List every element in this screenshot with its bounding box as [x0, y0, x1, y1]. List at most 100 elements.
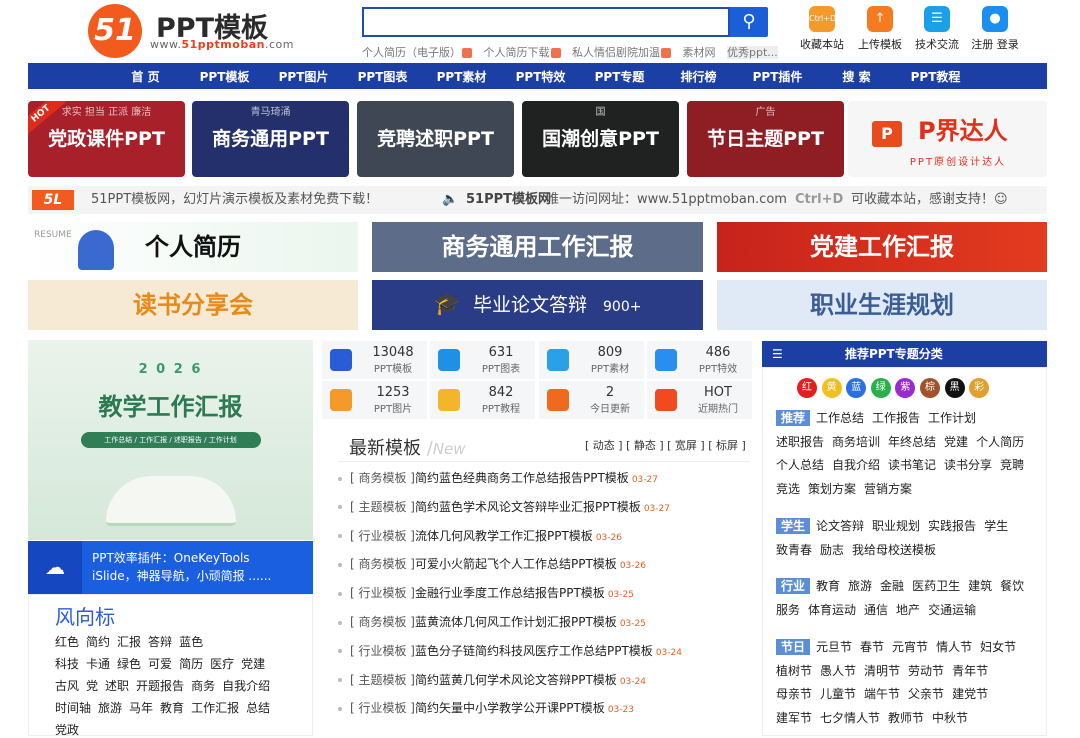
trend-tag[interactable]: 党建	[241, 657, 265, 671]
nav-item[interactable]: 首 页	[106, 68, 185, 85]
topic-link[interactable]: 中秋节	[932, 711, 968, 725]
topic-link[interactable]: 体育运动	[808, 603, 856, 617]
nav-item[interactable]: PPT素材	[422, 68, 501, 85]
topic-link[interactable]: 交通运输	[928, 603, 976, 617]
topic-link[interactable]: 元旦节	[816, 640, 852, 654]
list-item[interactable]: [ 商务模板 ]可爱小火箭起飞个人工作总结PPT模板 03-26	[338, 555, 646, 572]
topic-link[interactable]: 职业规划	[872, 519, 920, 533]
item-title[interactable]: 蓝色分子链简约科技风医疗工作总结PPT模板	[415, 644, 653, 658]
list-item[interactable]: [ 行业模板 ]金融行业季度工作总结报告PPT模板 03-25	[338, 584, 634, 601]
banner-1[interactable]: 青马琦涌 商务通用PPT	[192, 101, 349, 177]
topic-link[interactable]: 竞聘	[1000, 458, 1024, 472]
stat-tutorial[interactable]: 842 PPT教程	[430, 381, 535, 419]
trend-tag[interactable]: 科技	[55, 657, 79, 671]
nav-item[interactable]: PPT教程	[896, 68, 975, 85]
list-item[interactable]: [ 主题模板 ]简约蓝色学术风论文答辩毕业汇报PPT模板 03-27	[338, 498, 670, 515]
topic-link[interactable]: 工作总结	[816, 411, 864, 425]
list-item[interactable]: [ 行业模板 ]蓝色分子链简约科技风医疗工作总结PPT模板 03-24	[338, 642, 682, 659]
topic-link[interactable]: 地产	[896, 603, 920, 617]
banner-3[interactable]: 国国潮创意PPT	[522, 101, 679, 177]
topic-link[interactable]: 营销方案	[864, 482, 912, 496]
topic-link[interactable]: 自我介绍	[832, 458, 880, 472]
ad-career[interactable]: 职业生涯规划	[717, 280, 1047, 330]
color-filter[interactable]: 黑	[944, 378, 965, 398]
trend-tag[interactable]: 绿色	[117, 657, 141, 671]
color-filter[interactable]: 红	[797, 378, 817, 398]
topic-link[interactable]: 春节	[860, 640, 884, 654]
search-button[interactable]: ⚲	[730, 7, 768, 37]
topic-link[interactable]: 旅游	[848, 579, 872, 593]
topic-link[interactable]: 通信	[864, 603, 888, 617]
topic-link[interactable]: 服务	[776, 603, 800, 617]
plugin-promo[interactable]: ☁ PPT效率插件：OneKeyTools iSlide，神器导航，小顽简报 .…	[28, 541, 313, 594]
stat-effect[interactable]: 486 PPT特效	[647, 341, 752, 379]
color-filter[interactable]: 绿	[870, 378, 891, 398]
trend-tag[interactable]: 时间轴	[55, 701, 91, 715]
list-item[interactable]: [ 行业模板 ]流体几何风教学工作汇报PPT模板 03-26	[338, 527, 622, 544]
topic-link[interactable]: 清明节	[864, 664, 900, 678]
nav-item[interactable]: PPT模板	[185, 68, 264, 85]
topic-link[interactable]: 情人节	[936, 640, 972, 654]
item-title[interactable]: 流体几何风教学工作汇报PPT模板	[415, 529, 593, 543]
item-title[interactable]: 简约矢量中小学教学公开课PPT模板	[415, 701, 605, 715]
topic-link[interactable]: 元宵节	[892, 640, 928, 654]
stat-hot[interactable]: HOT 近期热门	[647, 381, 752, 419]
topic-link[interactable]: 植树节	[776, 664, 812, 678]
trend-tag[interactable]: 工作汇报	[191, 701, 239, 715]
trend-tag[interactable]: 马年	[129, 701, 153, 715]
trend-tag[interactable]: 旅游	[98, 701, 122, 715]
banner-4[interactable]: 广告 节日主题PPT	[687, 101, 844, 177]
topic-link[interactable]: 父亲节	[908, 687, 944, 701]
trend-tag[interactable]: 汇报	[117, 635, 141, 649]
topic-link[interactable]: 餐饮	[1000, 579, 1024, 593]
trend-tag[interactable]: 简历	[179, 657, 203, 671]
item-category[interactable]: [ 商务模板 ]	[350, 615, 415, 629]
topic-link[interactable]: 学生	[984, 519, 1008, 533]
trend-tag[interactable]: 述职	[105, 679, 129, 693]
color-filter[interactable]: 黄	[821, 378, 842, 398]
topic-link[interactable]: 实践报告	[928, 519, 976, 533]
stat-chart[interactable]: 631 PPT图表	[430, 341, 535, 379]
topic-link[interactable]: 妇女节	[980, 640, 1016, 654]
item-title[interactable]: 简约蓝黄几何学术风论文答辩PPT模板	[415, 673, 617, 687]
nav-item[interactable]: 排行榜	[659, 68, 738, 85]
nav-item[interactable]: PPT插件	[738, 68, 817, 85]
topic-link[interactable]: 青年节	[952, 664, 988, 678]
topic-link[interactable]: 党建	[944, 435, 968, 449]
trend-tag[interactable]: 医疗	[210, 657, 234, 671]
ad-business-report[interactable]: 商务通用工作汇报	[372, 222, 703, 272]
header-tool-ctrl-d[interactable]: Ctrl+D 收藏本站	[792, 6, 852, 52]
topic-link[interactable]: 七夕情人节	[820, 711, 880, 725]
header-tool-upload[interactable]: ↑ 上传模板	[850, 6, 910, 52]
banner-5[interactable]: P P界达人 PPT原创设计达人	[848, 101, 1047, 177]
item-category[interactable]: [ 行业模板 ]	[350, 644, 415, 658]
stat-ppt[interactable]: 13048 PPT模板	[322, 341, 427, 379]
promo-teaching-report[interactable]: 2 0 2 6 教学工作汇报 工作总结 / 工作汇报 / 述职报告 / 工作计划	[28, 340, 313, 540]
topic-link[interactable]: 策划方案	[808, 482, 856, 496]
list-item[interactable]: [ 商务模板 ]蓝黄流体几何风工作计划汇报PPT模板 03-25	[338, 613, 646, 630]
trend-tag[interactable]: 答辩	[148, 635, 172, 649]
topic-link[interactable]: 愚人节	[820, 664, 856, 678]
topic-link[interactable]: 端午节	[864, 687, 900, 701]
topic-link[interactable]: 工作计划	[928, 411, 976, 425]
nav-item[interactable]: PPT图表	[343, 68, 422, 85]
header-tool-user[interactable]: ● 注册 登录	[965, 6, 1025, 52]
topic-link[interactable]: 教育	[816, 579, 840, 593]
hotword-link[interactable]: 私人情侣剧院加温	[572, 46, 671, 59]
trend-tag[interactable]: 商务	[191, 679, 215, 693]
hotword-link[interactable]: 素材网	[683, 46, 716, 59]
topic-link[interactable]: 劳动节	[908, 664, 944, 678]
latest-filter-tabs[interactable]: [ 动态 ] [ 静态 ] [ 宽屏 ] [ 标屏 ]	[585, 437, 746, 453]
trend-tag[interactable]: 卡通	[86, 657, 110, 671]
stat-refresh[interactable]: 2 今日更新	[539, 381, 644, 419]
item-category[interactable]: [ 行业模板 ]	[350, 586, 415, 600]
ad-resume[interactable]: RESUME 个人简历	[28, 222, 358, 272]
topic-link[interactable]: 儿童节	[820, 687, 856, 701]
header-tool-chat[interactable]: ☰ 技术交流	[907, 6, 967, 52]
color-filter[interactable]: 棕	[920, 378, 940, 398]
trend-tag[interactable]: 党政	[55, 723, 79, 737]
stat-image[interactable]: 1253 PPT图片	[322, 381, 427, 419]
trend-tag[interactable]: 可爱	[148, 657, 172, 671]
topic-link[interactable]: 励志	[820, 543, 844, 557]
item-title[interactable]: 简约蓝色学术风论文答辩毕业汇报PPT模板	[415, 500, 641, 514]
